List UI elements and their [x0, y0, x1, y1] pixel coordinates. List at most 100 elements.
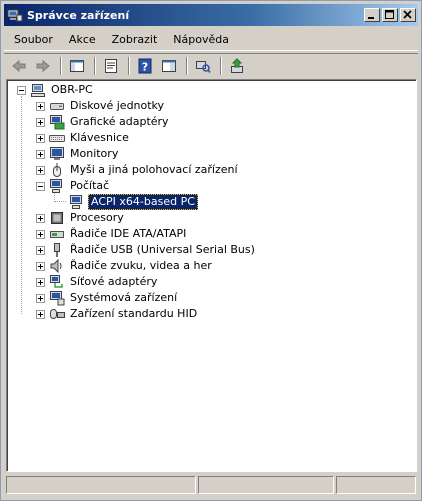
tree-line [54, 201, 66, 202]
status-panel-2 [198, 476, 334, 494]
show-hide-button[interactable] [158, 56, 180, 76]
status-panel-main [6, 476, 196, 494]
properties-icon [105, 58, 117, 73]
window-title: Správce zařízení [27, 8, 130, 22]
expand-toggle[interactable] [36, 245, 45, 255]
computer-icon [69, 194, 85, 210]
tree-item-label: Myši a jiná polohovací zařízení [70, 163, 238, 176]
tree-item-label: Systémová zařízení [70, 291, 178, 304]
tree-item-network-adapters[interactable]: Síťové adaptéry [36, 274, 159, 290]
tree-item-label: Počítač [70, 179, 110, 192]
toolbar: ? [4, 53, 418, 77]
tree-item-system-devices[interactable]: Systémová zařízení [36, 290, 179, 306]
expand-toggle[interactable] [36, 133, 45, 143]
tree-item-label: Klávesnice [70, 131, 129, 144]
tree-item-mice[interactable]: Myši a jiná polohovací zařízení [36, 162, 240, 178]
scan-hardware-icon [196, 60, 211, 73]
expand-toggle[interactable] [36, 309, 45, 319]
device-manager-window: Správce zařízení Soubor Akce Zobrazit Ná… [0, 0, 422, 501]
status-panel-3 [336, 476, 416, 494]
tree-item-acpi-pc[interactable]: ACPI x64-based PC [69, 194, 198, 210]
scan-hardware-button[interactable] [192, 56, 214, 76]
tree-item-keyboards[interactable]: Klávesnice [36, 130, 131, 146]
expand-toggle[interactable] [36, 101, 45, 111]
device-tree-panel[interactable]: OBR-PC Diskové jednotky Grafické adaptér… [6, 79, 417, 472]
menu-bar: Soubor Akce Zobrazit Nápověda [4, 29, 418, 51]
disk-drive-icon [49, 98, 65, 114]
collapse-toggle[interactable] [36, 181, 45, 191]
tree-item-label: Síťové adaptéry [70, 275, 158, 288]
forward-button[interactable] [32, 56, 54, 76]
ide-controller-icon [49, 226, 65, 242]
toolbar-separator [94, 56, 96, 75]
tree-item-disk-drives[interactable]: Diskové jednotky [36, 98, 166, 114]
tree-item-label: Diskové jednotky [70, 99, 165, 112]
keyboard-icon [49, 130, 65, 146]
expand-toggle[interactable] [36, 165, 45, 175]
menu-akce[interactable]: Akce [61, 31, 104, 48]
expand-toggle[interactable] [36, 149, 45, 159]
console-tree-icon [70, 59, 84, 72]
menu-napoveda[interactable]: Nápověda [165, 31, 237, 48]
toolbar-separator [186, 56, 188, 75]
tree-item-label: Řadiče zvuku, videa a her [70, 259, 212, 272]
tree-item-label: Procesory [70, 211, 124, 224]
tree-item-label: Monitory [70, 147, 119, 160]
toolbar-separator [220, 56, 222, 75]
menu-zobrazit[interactable]: Zobrazit [104, 31, 166, 48]
expand-toggle[interactable] [36, 293, 45, 303]
menu-soubor[interactable]: Soubor [6, 31, 61, 48]
back-icon [12, 59, 26, 72]
tree-item-hid[interactable]: Zařízení standardu HID [36, 306, 199, 322]
tree-item-processors[interactable]: Procesory [36, 210, 126, 226]
tree-item-ide-controllers[interactable]: Řadiče IDE ATA/ATAPI [36, 226, 188, 242]
tree-root-label: OBR-PC [51, 83, 93, 96]
system-device-icon [49, 290, 65, 306]
sound-controller-icon [49, 258, 65, 274]
show-hide-icon [162, 59, 176, 72]
help-button[interactable]: ? [134, 56, 156, 76]
update-driver-button[interactable] [226, 56, 248, 76]
properties-button[interactable] [100, 56, 122, 76]
title-bar[interactable]: Správce zařízení [4, 4, 418, 26]
expand-toggle[interactable] [36, 213, 45, 223]
tree-item-label: Řadiče USB (Universal Serial Bus) [70, 243, 255, 256]
computer-icon [49, 178, 65, 194]
close-button[interactable] [400, 8, 416, 22]
update-driver-icon [231, 57, 243, 73]
status-bar [4, 475, 418, 495]
tree-item-label-selected: ACPI x64-based PC [88, 194, 198, 210]
expand-toggle[interactable] [36, 229, 45, 239]
monitor-icon [49, 146, 65, 162]
collapse-toggle[interactable] [17, 85, 26, 95]
tree-item-display-adapters[interactable]: Grafické adaptéry [36, 114, 171, 130]
usb-controller-icon [49, 242, 65, 258]
console-tree-button[interactable] [66, 56, 88, 76]
help-icon: ? [138, 58, 152, 73]
svg-text:?: ? [142, 60, 148, 73]
tree-item-monitors[interactable]: Monitory [36, 146, 120, 162]
tree-line [21, 96, 22, 314]
tree-root[interactable]: OBR-PC [17, 82, 95, 98]
expand-toggle[interactable] [36, 117, 45, 127]
back-button[interactable] [8, 56, 30, 76]
network-adapter-icon [49, 274, 65, 290]
tree-item-label: Zařízení standardu HID [70, 307, 198, 320]
maximize-button[interactable] [382, 8, 398, 22]
tree-item-sound-controllers[interactable]: Řadiče zvuku, videa a her [36, 258, 214, 274]
processor-icon [49, 210, 65, 226]
tree-item-computer[interactable]: Počítač [36, 178, 111, 194]
display-adapter-icon [49, 114, 65, 130]
tree-item-usb-controllers[interactable]: Řadiče USB (Universal Serial Bus) [36, 242, 257, 258]
tree-item-label: Grafické adaptéry [70, 115, 169, 128]
toolbar-separator [60, 56, 62, 75]
computer-root-icon [30, 82, 46, 98]
tree-item-label: Řadiče IDE ATA/ATAPI [70, 227, 187, 240]
expand-toggle[interactable] [36, 277, 45, 287]
toolbar-separator [128, 56, 130, 75]
forward-icon [36, 59, 50, 72]
expand-toggle[interactable] [36, 261, 45, 271]
hid-icon [49, 306, 65, 322]
minimize-button[interactable] [364, 8, 380, 22]
device-manager-app-icon [7, 7, 23, 23]
